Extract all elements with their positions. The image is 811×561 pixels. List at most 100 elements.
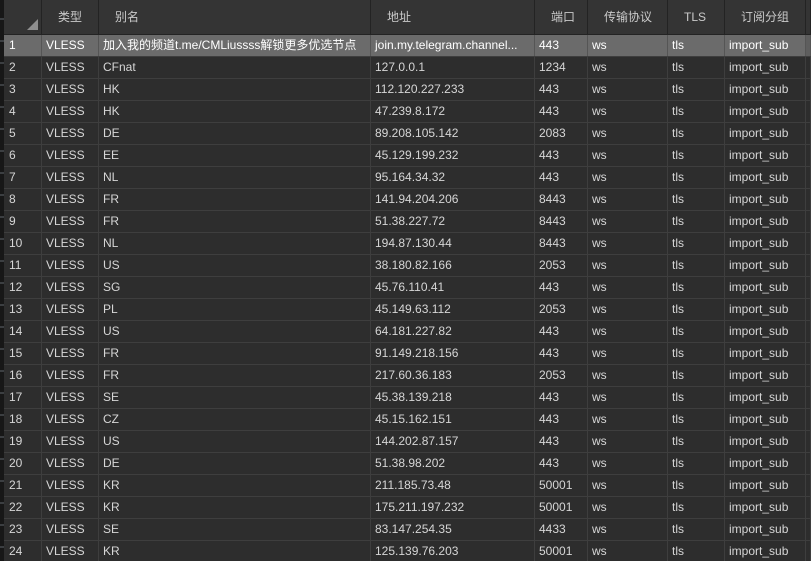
cell-network[interactable]: ws: [588, 321, 668, 342]
cell-tls[interactable]: tls: [668, 123, 725, 144]
cell-network[interactable]: ws: [588, 189, 668, 210]
cell-port[interactable]: 1234: [535, 57, 588, 78]
cell-address[interactable]: 141.94.204.206: [371, 189, 535, 210]
row-number-cell[interactable]: 5: [4, 123, 42, 144]
cell-address[interactable]: 175.211.197.232: [371, 497, 535, 518]
server-row[interactable]: 17VLESSSE45.38.139.218443wstlsimport_sub: [4, 387, 811, 409]
cell-group[interactable]: import_sub: [725, 57, 806, 78]
cell-type[interactable]: VLESS: [42, 541, 99, 561]
cell-network[interactable]: ws: [588, 431, 668, 452]
cell-network[interactable]: ws: [588, 145, 668, 166]
cell-network[interactable]: ws: [588, 255, 668, 276]
cell-port[interactable]: 443: [535, 101, 588, 122]
cell-alias[interactable]: KR: [99, 541, 371, 561]
cell-address[interactable]: 45.38.139.218: [371, 387, 535, 408]
cell-tls[interactable]: tls: [668, 79, 725, 100]
server-row[interactable]: 12VLESSSG45.76.110.41443wstlsimport_sub: [4, 277, 811, 299]
row-number-cell[interactable]: 22: [4, 497, 42, 518]
cell-type[interactable]: VLESS: [42, 475, 99, 496]
cell-group[interactable]: import_sub: [725, 519, 806, 540]
cell-group[interactable]: import_sub: [725, 475, 806, 496]
cell-group[interactable]: import_sub: [725, 277, 806, 298]
cell-network[interactable]: ws: [588, 79, 668, 100]
cell-group[interactable]: import_sub: [725, 365, 806, 386]
row-number-cell[interactable]: 23: [4, 519, 42, 540]
cell-port[interactable]: 443: [535, 35, 588, 56]
cell-tls[interactable]: tls: [668, 299, 725, 320]
server-row[interactable]: 15VLESSFR91.149.218.156443wstlsimport_su…: [4, 343, 811, 365]
cell-tls[interactable]: tls: [668, 145, 725, 166]
cell-alias[interactable]: CFnat: [99, 57, 371, 78]
cell-group[interactable]: import_sub: [725, 299, 806, 320]
cell-network[interactable]: ws: [588, 123, 668, 144]
server-row[interactable]: 4VLESSHK47.239.8.172443wstlsimport_sub: [4, 101, 811, 123]
cell-network[interactable]: ws: [588, 57, 668, 78]
row-number-cell[interactable]: 1: [4, 35, 42, 56]
column-header-tls[interactable]: TLS: [668, 0, 725, 34]
cell-port[interactable]: 443: [535, 431, 588, 452]
cell-tls[interactable]: tls: [668, 365, 725, 386]
cell-tls[interactable]: tls: [668, 211, 725, 232]
server-row[interactable]: 10VLESSNL194.87.130.448443wstlsimport_su…: [4, 233, 811, 255]
cell-tls[interactable]: tls: [668, 431, 725, 452]
row-number-cell[interactable]: 11: [4, 255, 42, 276]
cell-network[interactable]: ws: [588, 519, 668, 540]
cell-alias[interactable]: US: [99, 255, 371, 276]
cell-address[interactable]: 45.76.110.41: [371, 277, 535, 298]
cell-network[interactable]: ws: [588, 211, 668, 232]
row-number-cell[interactable]: 10: [4, 233, 42, 254]
cell-network[interactable]: ws: [588, 343, 668, 364]
row-number-cell[interactable]: 2: [4, 57, 42, 78]
select-all-corner[interactable]: [4, 0, 42, 34]
cell-address[interactable]: join.my.telegram.channel...: [371, 35, 535, 56]
cell-port[interactable]: 2053: [535, 299, 588, 320]
cell-alias[interactable]: US: [99, 431, 371, 452]
cell-address[interactable]: 217.60.36.183: [371, 365, 535, 386]
cell-alias[interactable]: CZ: [99, 409, 371, 430]
cell-alias[interactable]: SE: [99, 519, 371, 540]
cell-type[interactable]: VLESS: [42, 167, 99, 188]
cell-tls[interactable]: tls: [668, 387, 725, 408]
cell-alias[interactable]: SE: [99, 387, 371, 408]
row-number-cell[interactable]: 14: [4, 321, 42, 342]
cell-network[interactable]: ws: [588, 365, 668, 386]
cell-port[interactable]: 4433: [535, 519, 588, 540]
cell-group[interactable]: import_sub: [725, 321, 806, 342]
cell-type[interactable]: VLESS: [42, 519, 99, 540]
cell-network[interactable]: ws: [588, 233, 668, 254]
cell-address[interactable]: 194.87.130.44: [371, 233, 535, 254]
cell-alias[interactable]: KR: [99, 475, 371, 496]
cell-tls[interactable]: tls: [668, 101, 725, 122]
cell-address[interactable]: 64.181.227.82: [371, 321, 535, 342]
cell-type[interactable]: VLESS: [42, 255, 99, 276]
cell-group[interactable]: import_sub: [725, 255, 806, 276]
cell-type[interactable]: VLESS: [42, 497, 99, 518]
cell-network[interactable]: ws: [588, 453, 668, 474]
cell-port[interactable]: 443: [535, 167, 588, 188]
row-number-cell[interactable]: 16: [4, 365, 42, 386]
cell-network[interactable]: ws: [588, 541, 668, 561]
server-row[interactable]: 18VLESSCZ45.15.162.151443wstlsimport_sub: [4, 409, 811, 431]
column-header-network[interactable]: 传输协议: [588, 0, 668, 34]
server-row[interactable]: 9VLESSFR51.38.227.728443wstlsimport_sub: [4, 211, 811, 233]
cell-group[interactable]: import_sub: [725, 167, 806, 188]
cell-port[interactable]: 8443: [535, 211, 588, 232]
column-header-group[interactable]: 订阅分组: [725, 0, 806, 34]
cell-port[interactable]: 8443: [535, 189, 588, 210]
cell-alias[interactable]: DE: [99, 123, 371, 144]
cell-port[interactable]: 50001: [535, 541, 588, 561]
cell-alias[interactable]: FR: [99, 189, 371, 210]
cell-network[interactable]: ws: [588, 475, 668, 496]
row-number-cell[interactable]: 24: [4, 541, 42, 561]
cell-type[interactable]: VLESS: [42, 299, 99, 320]
cell-address[interactable]: 89.208.105.142: [371, 123, 535, 144]
column-header-port[interactable]: 端口: [535, 0, 588, 34]
cell-address[interactable]: 112.120.227.233: [371, 79, 535, 100]
cell-tls[interactable]: tls: [668, 35, 725, 56]
cell-group[interactable]: import_sub: [725, 145, 806, 166]
cell-network[interactable]: ws: [588, 409, 668, 430]
cell-alias[interactable]: KR: [99, 497, 371, 518]
cell-address[interactable]: 47.239.8.172: [371, 101, 535, 122]
server-row[interactable]: 23VLESSSE83.147.254.354433wstlsimport_su…: [4, 519, 811, 541]
row-number-cell[interactable]: 6: [4, 145, 42, 166]
